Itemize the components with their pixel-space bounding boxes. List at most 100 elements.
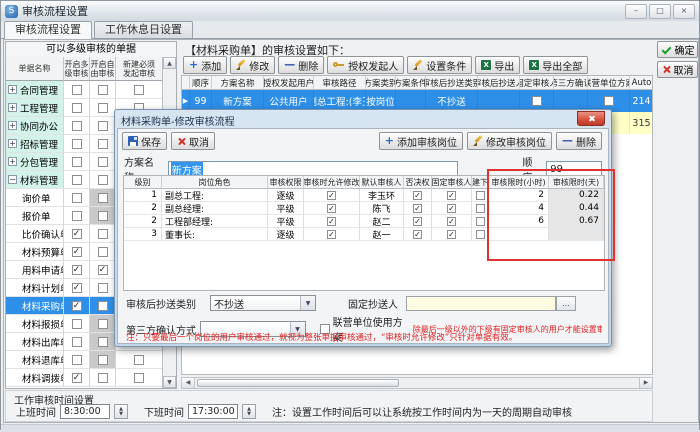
start-time-spinner[interactable]: ▲▼ <box>114 404 128 419</box>
free-audit-checkbox[interactable] <box>98 121 108 131</box>
free-audit-checkbox[interactable] <box>98 247 108 257</box>
tab-rest-day-settings[interactable]: 工作休息日设置 <box>94 21 193 38</box>
create-sub-checkbox[interactable] <box>476 230 485 239</box>
fixed-auditor-checkbox[interactable] <box>532 96 542 106</box>
audit-column-header[interactable]: 级别 <box>124 176 162 189</box>
scheme-column-header[interactable]: 固定审核人 <box>520 76 554 90</box>
expand-icon[interactable]: + <box>8 121 17 130</box>
multilevel-checkbox[interactable] <box>72 355 82 365</box>
spinner-down-icon[interactable]: ▼ <box>119 412 123 417</box>
edit-audit-post-button[interactable]: 修改审核岗位 <box>467 132 552 150</box>
toolbar-button-6[interactable]: X导出全部 <box>523 56 588 74</box>
veto-checkbox[interactable]: ✓ <box>413 217 422 226</box>
multilevel-checkbox[interactable] <box>72 139 82 149</box>
must-audit-checkbox[interactable] <box>134 373 144 383</box>
multilevel-checkbox[interactable]: ✓ <box>72 265 82 275</box>
free-audit-checkbox[interactable] <box>98 85 108 95</box>
free-audit-checkbox[interactable] <box>98 319 108 329</box>
free-audit-checkbox[interactable] <box>98 301 108 311</box>
multilevel-checkbox[interactable] <box>72 319 82 329</box>
allow-edit-checkbox[interactable]: ✓ <box>327 204 336 213</box>
audit-column-header[interactable]: 创建下级 <box>472 176 489 189</box>
audit-column-header[interactable]: 审核限时(天) <box>549 176 604 189</box>
allow-edit-checkbox[interactable]: ✓ <box>327 191 336 200</box>
must-audit-checkbox[interactable] <box>134 355 144 365</box>
veto-checkbox[interactable]: ✓ <box>413 191 422 200</box>
expand-icon[interactable]: + <box>8 139 17 148</box>
collapse-icon[interactable]: − <box>8 175 17 184</box>
ok-button[interactable]: 确定 <box>657 41 698 58</box>
audit-column-header[interactable]: 岗位角色 <box>162 176 268 189</box>
audit-column-header[interactable]: 审核权限 <box>268 176 304 189</box>
multilevel-checkbox[interactable] <box>72 121 82 131</box>
doc-type-row[interactable]: +合同管理 <box>6 81 163 99</box>
doc-type-row[interactable]: 材料退库单 <box>6 351 163 369</box>
veto-checkbox[interactable]: ✓ <box>413 204 422 213</box>
create-sub-checkbox[interactable] <box>476 191 485 200</box>
audit-column-header[interactable]: 审核限时(小时) <box>489 176 549 189</box>
horizontal-scrollbar[interactable]: ◀ ▶ <box>181 377 653 389</box>
scheme-column-header[interactable]: 联营单位方案 <box>588 76 630 90</box>
multilevel-checkbox[interactable] <box>72 211 82 221</box>
fixed-auditor-checkbox[interactable]: ✓ <box>447 204 456 213</box>
scrollbar-thumb[interactable] <box>197 379 399 387</box>
expand-icon[interactable]: + <box>8 85 17 94</box>
audit-column-header[interactable]: 固定审核人 <box>432 176 472 189</box>
chevron-down-icon[interactable]: ▼ <box>300 296 315 310</box>
multilevel-checkbox[interactable] <box>72 103 82 113</box>
fixed-auditor-checkbox[interactable]: ✓ <box>447 191 456 200</box>
scheme-column-header[interactable]: 审核后抄送人 <box>478 76 520 90</box>
allow-edit-checkbox[interactable]: ✓ <box>327 230 336 239</box>
fixed-auditor-checkbox[interactable]: ✓ <box>447 230 456 239</box>
free-audit-checkbox[interactable] <box>98 175 108 185</box>
scheme-column-header[interactable]: 顺序 <box>190 76 212 90</box>
add-audit-post-button[interactable]: +添加审核岗位 <box>379 132 463 150</box>
free-audit-checkbox[interactable] <box>98 337 108 347</box>
doc-type-row[interactable]: 材料调拨单✓ <box>6 369 163 387</box>
audit-post-row[interactable]: 2副总经理:平级✓陈飞✓✓40.44 <box>124 202 604 215</box>
create-sub-checkbox[interactable] <box>476 217 485 226</box>
expand-icon[interactable]: + <box>8 103 17 112</box>
multilevel-checkbox[interactable] <box>72 175 82 185</box>
dialog-cancel-button[interactable]: 取消 <box>171 132 215 150</box>
scroll-down-icon[interactable]: ▼ <box>163 376 176 388</box>
toolbar-button-0[interactable]: +添加 <box>183 56 227 74</box>
toolbar-button-2[interactable]: —删除 <box>278 56 324 74</box>
audit-post-row[interactable]: 2工程部经理:平级✓赵二✓✓60.67 <box>124 215 604 228</box>
audit-column-header[interactable]: 否决权 <box>404 176 432 189</box>
minimize-icon[interactable]: – <box>625 4 647 19</box>
multilevel-checkbox[interactable]: ✓ <box>72 373 82 383</box>
free-audit-checkbox[interactable] <box>98 103 108 113</box>
multilevel-checkbox[interactable]: ✓ <box>72 247 82 257</box>
free-audit-checkbox[interactable] <box>98 283 108 293</box>
multilevel-checkbox[interactable]: ✓ <box>72 301 82 311</box>
create-sub-checkbox[interactable] <box>476 204 485 213</box>
joint-scheme-checkbox[interactable] <box>604 96 614 106</box>
cc-type-dropdown[interactable]: 不抄送▼ <box>210 295 316 311</box>
free-audit-checkbox[interactable]: ✓ <box>98 265 108 275</box>
free-audit-checkbox[interactable] <box>98 355 108 365</box>
save-button[interactable]: 保存 <box>122 132 167 150</box>
dialog-close-button[interactable] <box>577 111 605 126</box>
toolbar-button-1[interactable]: 修改 <box>230 56 275 74</box>
end-time-spinner[interactable]: ▲▼ <box>242 404 256 419</box>
audit-column-header[interactable]: 审核时允许修改 <box>304 176 360 189</box>
multilevel-checkbox[interactable] <box>72 337 82 347</box>
scheme-column-header[interactable]: 第三方确认 <box>554 76 588 90</box>
audit-post-row[interactable]: 3董事长:逐级✓赵一✓✓ <box>124 228 604 241</box>
free-audit-checkbox[interactable] <box>98 373 108 383</box>
free-audit-checkbox[interactable] <box>98 157 108 167</box>
cancel-button[interactable]: 取消 <box>657 61 698 78</box>
fixed-cc-browse-button[interactable]: … <box>556 296 576 311</box>
toolbar-button-4[interactable]: 设置条件 <box>407 56 472 74</box>
multilevel-checkbox[interactable] <box>72 193 82 203</box>
fixed-cc-input[interactable] <box>406 296 556 311</box>
scheme-column-header[interactable]: 方案名称 <box>212 76 264 90</box>
multilevel-checkbox[interactable] <box>72 157 82 167</box>
multilevel-checkbox[interactable]: ✓ <box>72 283 82 293</box>
free-audit-checkbox[interactable] <box>98 139 108 149</box>
toolbar-button-3[interactable]: 授权发起人 <box>327 56 404 74</box>
scheme-column-header[interactable]: 审核路径 <box>314 76 366 90</box>
start-time-input[interactable]: 8:30:00 <box>60 404 110 419</box>
scroll-left-icon[interactable]: ◀ <box>182 378 195 388</box>
